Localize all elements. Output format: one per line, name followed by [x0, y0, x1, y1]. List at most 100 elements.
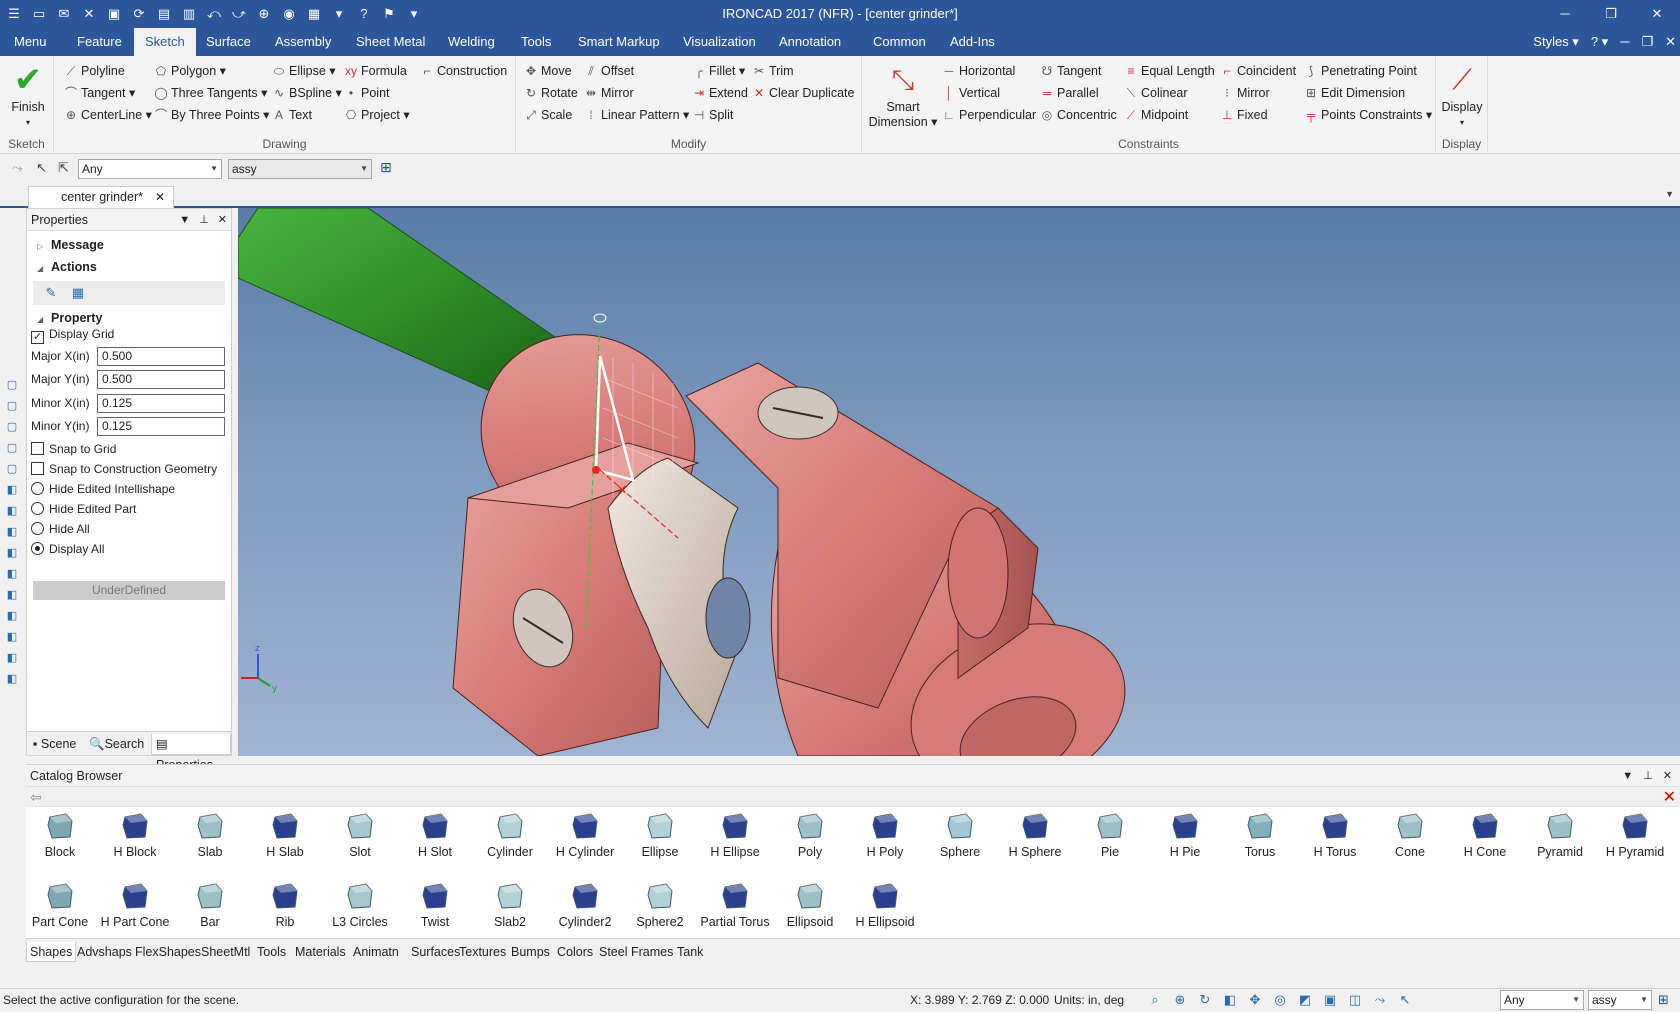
- pointer-icon[interactable]: ↖: [1396, 991, 1414, 1009]
- catalog-shape-h-block[interactable]: H Block: [97, 811, 173, 859]
- catalog-shape-poly[interactable]: Poly: [772, 811, 848, 859]
- catalog-shape-h-ellipse[interactable]: H Ellipse: [697, 811, 773, 859]
- tab-properties[interactable]: ▤ Properties: [151, 734, 231, 772]
- styles-menu[interactable]: Styles ▾: [1533, 28, 1579, 56]
- catalog-shape-h-poly[interactable]: H Poly: [847, 811, 923, 859]
- catalog-shape-bar[interactable]: Bar: [172, 881, 248, 929]
- strip-cube-icon[interactable]: ◧: [4, 588, 20, 602]
- strip-cube-icon[interactable]: ◧: [4, 609, 20, 623]
- pin-icon[interactable]: ⊥: [199, 209, 209, 231]
- minor-x-input[interactable]: 0.125: [97, 394, 225, 413]
- scale-button[interactable]: ⤢ Scale: [524, 105, 572, 125]
- tab-search[interactable]: 🔍Search: [85, 734, 148, 755]
- property-section[interactable]: ◢ Property: [37, 311, 102, 325]
- pan-icon[interactable]: ✥: [1246, 991, 1264, 1009]
- catalog-tab-steel-frames[interactable]: Steel Frames: [596, 942, 676, 962]
- catalog-shape-twist[interactable]: Twist: [397, 881, 473, 929]
- close-red-icon[interactable]: ✕: [1663, 787, 1676, 807]
- project-button[interactable]: ⎔ Project ▾: [344, 105, 410, 125]
- strip-cube-icon[interactable]: ◧: [4, 504, 20, 518]
- status-filter-combo[interactable]: Any ▼: [1500, 990, 1584, 1010]
- catalog-shape-sphere2[interactable]: Sphere2: [622, 881, 698, 929]
- extend-button[interactable]: ⇥ Extend: [692, 83, 748, 103]
- tab-surface[interactable]: Surface: [195, 28, 262, 56]
- strip-cube-icon[interactable]: ◧: [4, 651, 20, 665]
- perpendicular-constraint-button[interactable]: ∟ Perpendicular: [942, 105, 1036, 125]
- rotate-button[interactable]: ↻ Rotate: [524, 83, 578, 103]
- catalog-tab-animatn[interactable]: Animatn: [350, 942, 402, 962]
- catalog-tab-tank[interactable]: Tank: [674, 942, 706, 962]
- mirror-constraint-button[interactable]: ⁝ Mirror: [1220, 83, 1270, 103]
- parallel-constraint-button[interactable]: ═ Parallel: [1040, 83, 1099, 103]
- catalog-close-icon[interactable]: ✕: [1663, 765, 1672, 787]
- tab-feature[interactable]: Feature: [66, 28, 133, 56]
- concentric-constraint-button[interactable]: ◎ Concentric: [1040, 105, 1117, 125]
- ellipse-button[interactable]: ⬭ Ellipse ▾: [272, 61, 336, 81]
- catalog-tab-bumps[interactable]: Bumps: [508, 942, 553, 962]
- strip-tool-icon[interactable]: ▢: [4, 399, 20, 413]
- catalog-shape-h-cylinder[interactable]: H Cylinder: [547, 811, 623, 859]
- polyline-button[interactable]: ⟋ Polyline: [64, 61, 125, 81]
- catalog-tab-flexshapes[interactable]: FlexShapes: [132, 942, 204, 962]
- catalog-shape-part-cone[interactable]: Part Cone: [22, 881, 98, 929]
- doc-restore-icon[interactable]: ❐: [1641, 28, 1653, 56]
- catalog-menu-icon[interactable]: ▼: [1622, 765, 1633, 787]
- catalog-shape-partial-torus[interactable]: Partial Torus: [697, 881, 773, 929]
- mirror-button[interactable]: ⇹ Mirror: [584, 83, 634, 103]
- horizontal-constraint-button[interactable]: ─ Horizontal: [942, 61, 1016, 81]
- midpoint-constraint-button[interactable]: ⟋ Midpoint: [1124, 105, 1188, 125]
- tab-visualization[interactable]: Visualization: [672, 28, 767, 56]
- catalog-shape-cylinder[interactable]: Cylinder: [472, 811, 548, 859]
- catalog-shape-h-sphere[interactable]: H Sphere: [997, 811, 1073, 859]
- tab-add-ins[interactable]: Add-Ins: [939, 28, 1006, 56]
- pointer-select-icon[interactable]: ⇱: [58, 160, 69, 176]
- strip-tool-icon[interactable]: ▢: [4, 462, 20, 476]
- hierarchy-icon[interactable]: ⊞: [1658, 989, 1669, 1011]
- doc-minimize-icon[interactable]: ─: [1620, 28, 1629, 56]
- close-icon[interactable]: ✕: [1634, 0, 1680, 28]
- catalog-shape-cylinder2[interactable]: Cylinder2: [547, 881, 623, 929]
- tab-smart-markup[interactable]: Smart Markup: [567, 28, 671, 56]
- linear-pattern-button[interactable]: ⁞ Linear Pattern ▾: [584, 105, 689, 125]
- zoom-icon[interactable]: ⌕: [1146, 991, 1164, 1009]
- minor-y-input[interactable]: 0.125: [97, 417, 225, 436]
- penetrating-point-button[interactable]: ⟆ Penetrating Point: [1304, 61, 1417, 81]
- catalog-pin-icon[interactable]: ⊥: [1643, 765, 1653, 787]
- display-all-radio[interactable]: Display All: [31, 542, 104, 556]
- message-section[interactable]: ▷ Message: [37, 238, 104, 252]
- close-tab-icon[interactable]: ✕: [155, 187, 165, 207]
- tab-annotation[interactable]: Annotation: [768, 28, 852, 56]
- major-x-input[interactable]: 0.500: [97, 347, 225, 366]
- tangent-constraint-button[interactable]: ☋ Tangent: [1040, 61, 1102, 81]
- display-mode-icon[interactable]: ▣: [1321, 991, 1339, 1009]
- strip-cube-icon[interactable]: ◧: [4, 672, 20, 686]
- document-tab[interactable]: center grinder* ✕: [28, 186, 174, 208]
- catalog-shape-pyramid[interactable]: Pyramid: [1522, 811, 1598, 859]
- view-cube-icon[interactable]: ◧: [1221, 991, 1239, 1009]
- formula-button[interactable]: xy Formula: [344, 61, 407, 81]
- hide-edited-intellishape-radio[interactable]: Hide Edited Intellishape: [31, 482, 175, 496]
- panel-menu-icon[interactable]: ▼: [179, 209, 190, 231]
- strip-cube-icon[interactable]: ◧: [4, 630, 20, 644]
- catalog-tab-materials[interactable]: Materials: [292, 942, 349, 962]
- catalog-shape-h-pyramid[interactable]: H Pyramid: [1597, 811, 1673, 859]
- select-parts-icon[interactable]: ⤳: [12, 160, 22, 176]
- actions-section[interactable]: ◢ Actions: [37, 260, 97, 274]
- point-button[interactable]: • Point: [344, 83, 390, 103]
- catalog-shape-h-slab[interactable]: H Slab: [247, 811, 323, 859]
- offset-button[interactable]: ⫽ Offset: [584, 61, 634, 81]
- snap-to-grid-checkbox[interactable]: Snap to Grid: [31, 442, 116, 456]
- edit-sketch-icon[interactable]: ✎: [43, 285, 59, 301]
- construction-button[interactable]: ⌐ Construction: [420, 61, 507, 81]
- edit-dimension-button[interactable]: ⊞ Edit Dimension: [1304, 83, 1405, 103]
- catalog-shape-l3-circles[interactable]: L3 Circles: [322, 881, 398, 929]
- maximize-icon[interactable]: ❐: [1588, 0, 1634, 28]
- tab-welding[interactable]: Welding: [437, 28, 506, 56]
- strip-cube-icon[interactable]: ◧: [4, 483, 20, 497]
- polygon-button[interactable]: ⬠ Polygon ▾: [154, 61, 226, 81]
- catalog-shape-slab2[interactable]: Slab2: [472, 881, 548, 929]
- display-grid-checkbox[interactable]: ✓ Display Grid: [31, 327, 114, 344]
- zoom-window-icon[interactable]: ⊕: [1171, 991, 1189, 1009]
- catalog-shape-sphere[interactable]: Sphere: [922, 811, 998, 859]
- catalog-shape-h-slot[interactable]: H Slot: [397, 811, 473, 859]
